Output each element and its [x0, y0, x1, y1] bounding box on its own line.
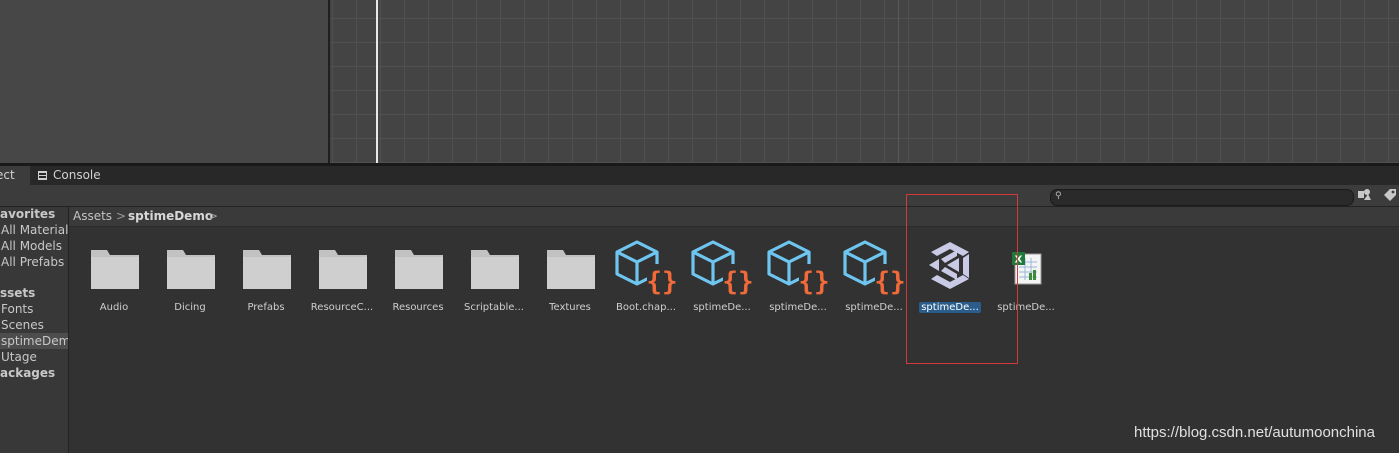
scriptable-object-icon	[841, 238, 907, 298]
asset-item-resourcec[interactable]: ResourceC...	[309, 238, 375, 320]
filter-type-icon	[1358, 189, 1371, 200]
tree-all-materials[interactable]: All Materials	[1, 222, 68, 238]
filter-by-type-button[interactable]	[1355, 187, 1373, 203]
console-icon	[38, 171, 47, 180]
asset-item-audio[interactable]: Audio	[81, 238, 147, 320]
tree-all-models[interactable]: All Models	[1, 238, 62, 254]
filter-by-label-button[interactable]	[1381, 187, 1399, 203]
tree-packages[interactable]: ackages	[0, 365, 55, 381]
label-tag-icon	[1384, 189, 1396, 201]
project-tree: avorites All Materials All Models All Pr…	[0, 207, 69, 453]
breadcrumb-separator: >	[116, 209, 127, 223]
scriptable-object-icon	[613, 238, 679, 298]
asset-label: Audio	[99, 302, 129, 313]
folder-icon	[157, 238, 223, 298]
hierarchy-panel	[0, 0, 328, 163]
folder-icon	[233, 238, 299, 298]
scriptable-object-icon	[689, 238, 755, 298]
scene-grid-line	[898, 0, 899, 163]
asset-label: Resources	[392, 302, 444, 313]
breadcrumb-assets[interactable]: Assets	[73, 208, 112, 224]
asset-label: Dicing	[174, 302, 206, 313]
asset-label: sptimeDe...	[845, 302, 903, 313]
asset-label: Scriptable...	[464, 302, 524, 313]
search-icon: ⚲	[1055, 191, 1062, 201]
asset-item-sptimedemo-3[interactable]: sptimeDe...	[841, 238, 907, 320]
asset-item-resources[interactable]: Resources	[385, 238, 451, 320]
tree-fonts[interactable]: Fonts	[1, 301, 33, 317]
tab-bar: ect Console	[0, 166, 1399, 185]
asset-item-boot-chapter[interactable]: Boot.chap...	[613, 238, 679, 320]
tab-console-label: Console	[53, 168, 101, 182]
tab-console[interactable]: Console	[38, 166, 101, 185]
tree-scenes[interactable]: Scenes	[1, 317, 44, 333]
asset-label: ResourceC...	[310, 302, 374, 313]
folder-icon	[385, 238, 451, 298]
tree-favorites[interactable]: avorites	[0, 207, 55, 222]
asset-item-scriptable[interactable]: Scriptable...	[461, 238, 527, 320]
tab-project[interactable]: ect	[0, 166, 30, 185]
tree-assets[interactable]: ssets	[0, 285, 35, 301]
scriptable-object-icon	[765, 238, 831, 298]
highlight-box	[906, 194, 1018, 364]
asset-label: Prefabs	[247, 302, 285, 313]
breadcrumb-trailing-separator: >	[208, 209, 219, 223]
folder-icon	[537, 238, 603, 298]
folder-icon	[81, 238, 147, 298]
timeline-cursor[interactable]	[376, 0, 378, 163]
tree-all-prefabs[interactable]: All Prefabs	[1, 254, 64, 270]
tree-utage[interactable]: Utage	[1, 349, 37, 365]
asset-label: sptimeDe...	[693, 302, 751, 313]
folder-icon	[309, 238, 375, 298]
breadcrumb	[69, 207, 1399, 227]
breadcrumb-sptimedemo[interactable]: sptimeDemo	[128, 208, 213, 224]
folder-icon	[461, 238, 527, 298]
asset-label: Textures	[549, 302, 591, 313]
asset-item-dicing[interactable]: Dicing	[157, 238, 223, 320]
asset-label: sptimeDe...	[769, 302, 827, 313]
search-input[interactable]	[1050, 189, 1354, 206]
tab-project-label: ect	[0, 168, 15, 182]
asset-item-sptimedemo-1[interactable]: sptimeDe...	[689, 238, 755, 320]
scene-view[interactable]	[330, 0, 1399, 163]
asset-item-sptimedemo-2[interactable]: sptimeDe...	[765, 238, 831, 320]
watermark-text: https://blog.csdn.net/autumoonchina	[1134, 424, 1375, 441]
asset-label: Boot.chap...	[615, 302, 677, 313]
asset-item-textures[interactable]: Textures	[537, 238, 603, 320]
asset-item-prefabs[interactable]: Prefabs	[233, 238, 299, 320]
tree-sptimedemo[interactable]: sptimeDemo	[0, 333, 68, 349]
